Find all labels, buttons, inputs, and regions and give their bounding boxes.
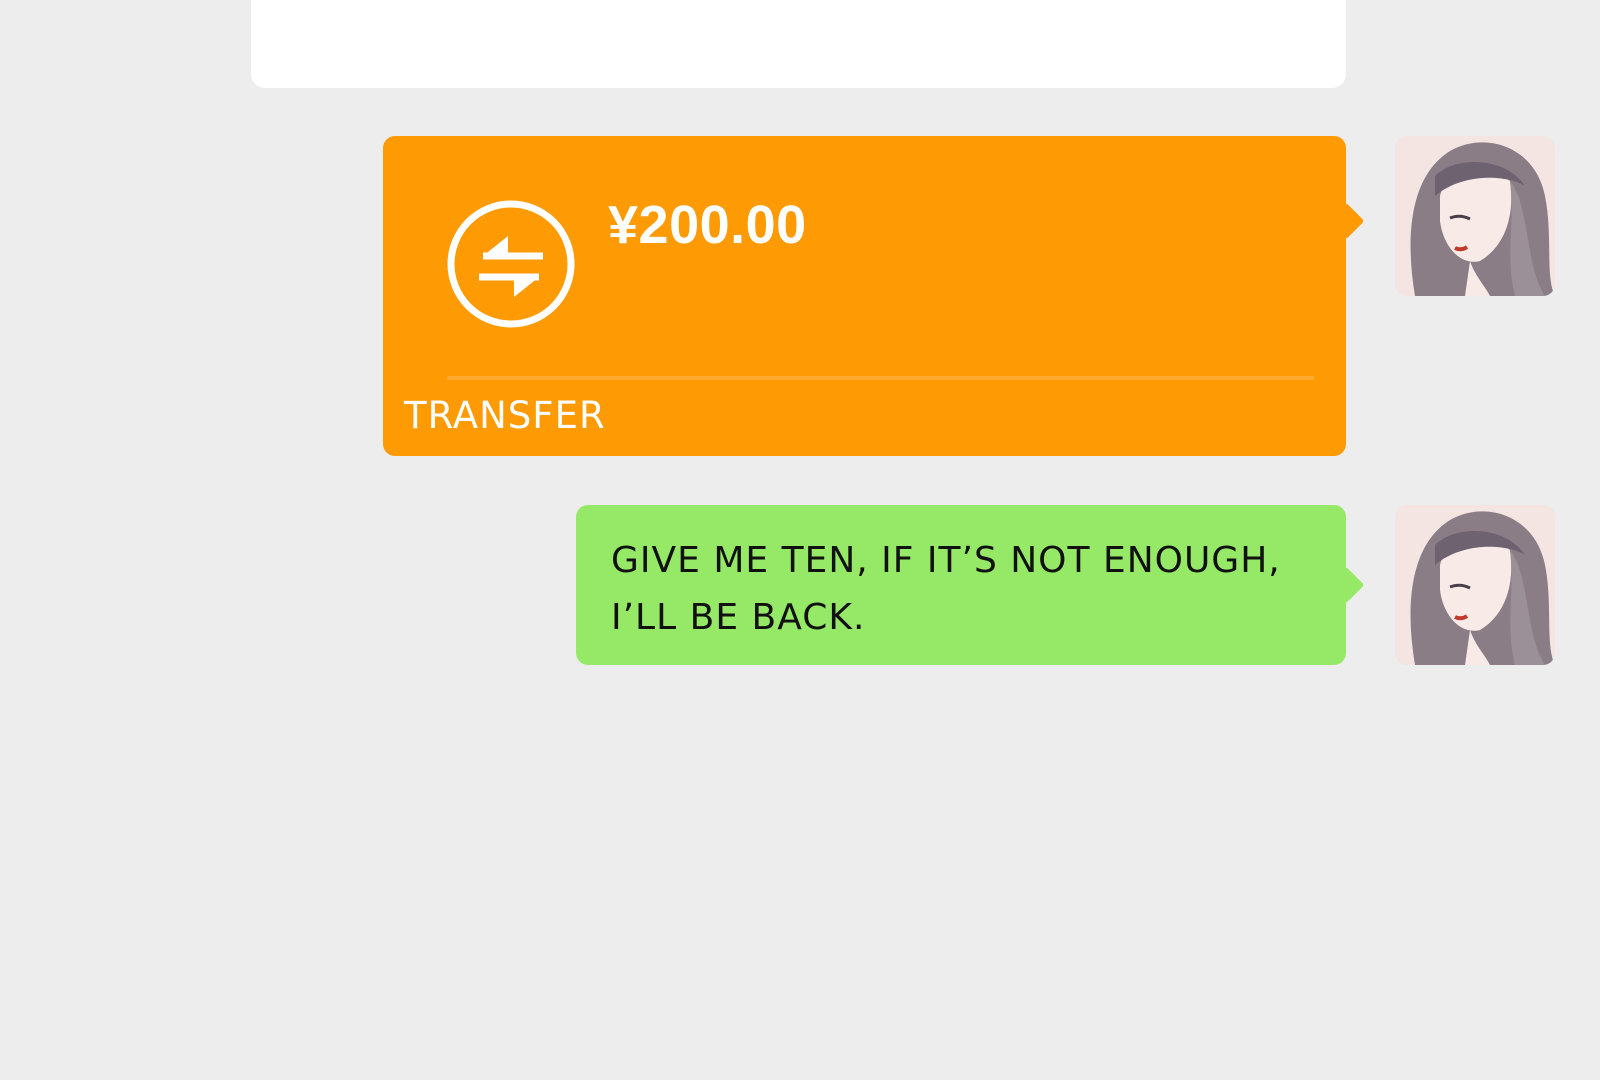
transfer-amount: ¥200.00	[608, 195, 807, 255]
previous-message-card	[251, 0, 1346, 88]
text-message-bubble[interactable]: GIVE ME TEN, IF IT’S NOT ENOUGH, I’LL BE…	[576, 505, 1365, 665]
bubble-tail	[1327, 566, 1365, 604]
message-text: GIVE ME TEN, IF IT’S NOT ENOUGH, I’LL BE…	[611, 540, 1281, 638]
avatar-image	[1395, 505, 1555, 665]
transfer-message-bubble[interactable]: ¥200.00 TRANSFER	[383, 136, 1365, 456]
bubble-tail	[1327, 202, 1365, 240]
transfer-label: TRANSFER	[404, 394, 606, 437]
transfer-arrows-icon	[447, 200, 575, 328]
avatar[interactable]	[1395, 136, 1555, 296]
avatar-image	[1395, 136, 1555, 296]
avatar[interactable]	[1395, 505, 1555, 665]
divider	[447, 376, 1314, 380]
